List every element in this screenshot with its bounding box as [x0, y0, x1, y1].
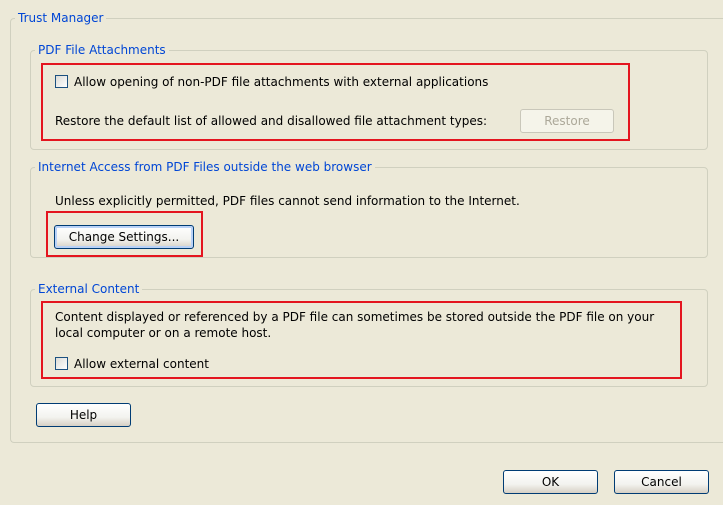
- ok-button[interactable]: OK: [503, 470, 598, 494]
- allow-attachments-checkbox[interactable]: [55, 75, 68, 88]
- restore-button[interactable]: Restore: [520, 109, 614, 133]
- internet-access-legend: Internet Access from PDF Files outside t…: [35, 160, 375, 174]
- allow-attachments-label: Allow opening of non-PDF file attachment…: [74, 75, 489, 89]
- allow-external-content-label: Allow external content: [74, 357, 209, 371]
- internet-access-description: Unless explicitly permitted, PDF files c…: [55, 194, 520, 208]
- external-content-description-line1: Content displayed or referenced by a PDF…: [55, 310, 655, 324]
- allow-external-content-checkbox[interactable]: [55, 357, 68, 370]
- pdf-attachments-legend: PDF File Attachments: [35, 43, 169, 57]
- trust-manager-dialog: Trust Manager PDF File Attachments Allow…: [0, 0, 723, 505]
- cancel-button[interactable]: Cancel: [614, 470, 709, 494]
- help-button[interactable]: Help: [36, 403, 131, 427]
- external-content-description-line2: local computer or on a remote host.: [55, 326, 272, 340]
- change-settings-button[interactable]: Change Settings...: [54, 225, 194, 249]
- external-content-legend: External Content: [35, 282, 143, 296]
- restore-description: Restore the default list of allowed and …: [55, 114, 487, 128]
- pdf-attachments-group: PDF File Attachments: [30, 43, 708, 150]
- trust-manager-title: Trust Manager: [15, 11, 107, 25]
